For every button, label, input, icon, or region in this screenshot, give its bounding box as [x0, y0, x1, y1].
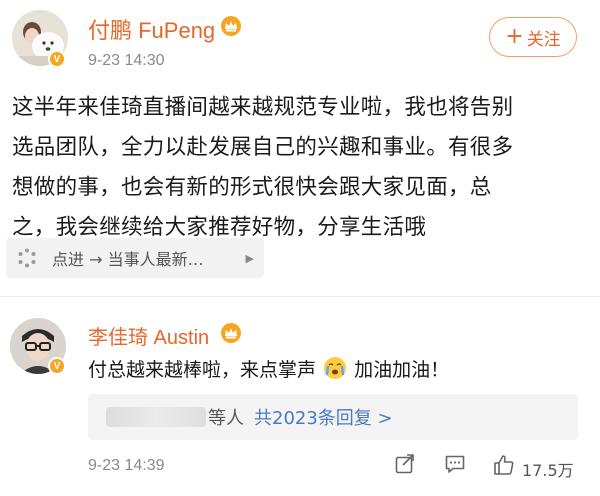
- like-count: 17.5万: [522, 461, 574, 480]
- sub-replies-box[interactable]: 等人 共2023条回复 >: [88, 394, 578, 440]
- plus-icon: +: [505, 24, 524, 49]
- spinner-icon: [18, 248, 36, 268]
- post-author-name[interactable]: 付鹏 FuPeng: [88, 13, 215, 45]
- comment-text: 付总越来越棒啦，来点掌声 加油加油！: [88, 355, 449, 382]
- comment-time: 9-23 14:39: [88, 457, 165, 474]
- post-content-line: 这半年来佳琦直播间越来越规范专业啦，我也将告别: [12, 95, 514, 120]
- verified-badge-icon: V: [48, 50, 66, 68]
- thumbs-up-icon: [494, 455, 514, 475]
- post-content-line: 想做的事，也会有新的形式很快会跟大家见面，总: [12, 175, 492, 200]
- share-icon[interactable]: [394, 453, 416, 479]
- fan-crown-icon: [220, 15, 242, 41]
- link-card-text: 点进 → 当事人最新…: [52, 250, 204, 269]
- comment-icon[interactable]: [444, 453, 466, 479]
- follow-label: 关注: [526, 29, 561, 50]
- comment-text-end: 加油加油！: [354, 359, 450, 381]
- replies-people-suffix: 等人: [208, 408, 244, 429]
- comment-author-name[interactable]: 李佳琦 Austin: [88, 321, 209, 350]
- post-content: 这半年来佳琦直播间越来越规范专业啦，我也将告别 选品团队，全力以赴发展自己的兴趣…: [12, 88, 588, 248]
- caret-right-icon: ▶: [245, 251, 254, 265]
- fan-crown-icon: [220, 322, 242, 348]
- like-button[interactable]: [492, 453, 516, 481]
- follow-button[interactable]: + 关注: [489, 17, 577, 57]
- link-card[interactable]: 点进 → 当事人最新… ▶: [6, 238, 264, 278]
- verified-badge-icon: V: [48, 357, 66, 375]
- divider: [0, 296, 600, 297]
- comment-text-main: 付总越来越棒啦，来点掌声: [88, 359, 317, 381]
- blurred-usernames: [106, 407, 206, 427]
- crying-face-emoji-icon: [324, 357, 347, 379]
- post-time: 9-23 14:30: [88, 52, 165, 69]
- total-replies-link[interactable]: 共2023条回复 >: [254, 404, 393, 430]
- post-content-line: 选品团队，全力以赴发展自己的兴趣和事业。有很多: [12, 135, 514, 160]
